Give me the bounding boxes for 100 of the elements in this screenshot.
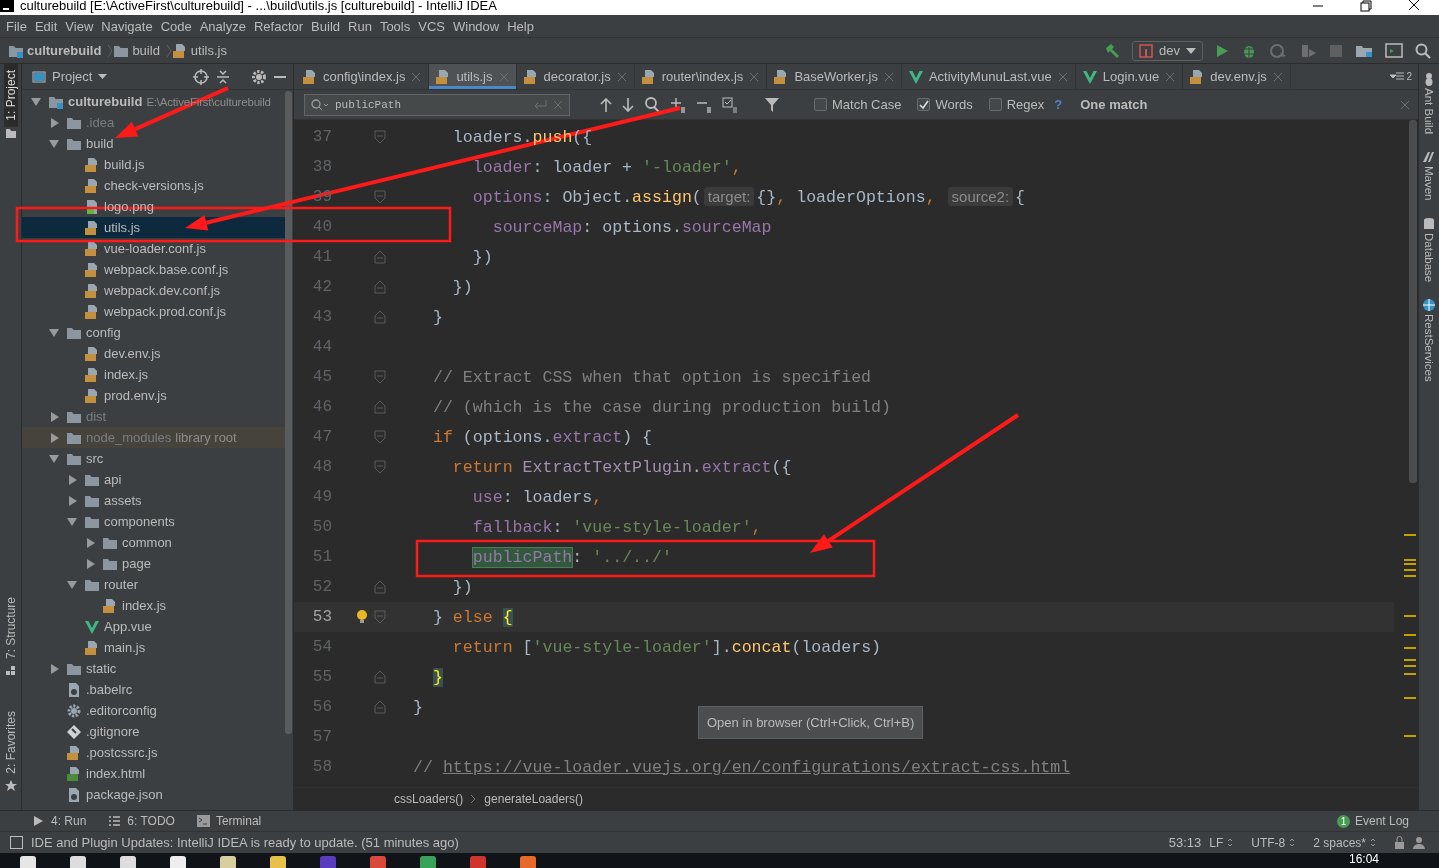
status-item[interactable]: 2 spaces*	[1313, 835, 1366, 850]
file-name: index.html	[86, 766, 146, 781]
tree-row[interactable]: webpack.base.conf.js	[22, 259, 285, 280]
editor-tab[interactable]: Login.vue	[1075, 64, 1184, 89]
tool-window-tab[interactable]: RestServices	[1423, 313, 1435, 382]
menu-item[interactable]: File	[2, 18, 31, 34]
option-checkbox[interactable]: Regex	[988, 97, 1045, 112]
tree-row[interactable]: index.html	[22, 763, 285, 784]
file-name: .gitignore	[86, 724, 140, 739]
tree-row[interactable]: build	[22, 133, 285, 154]
line-number: 58	[311, 758, 333, 776]
search-field[interactable]: publicPath	[304, 93, 570, 116]
tree-row[interactable]: config	[22, 322, 285, 343]
tree-row[interactable]: src	[22, 448, 285, 469]
code-text: loader: loader + '-loader',	[471, 157, 742, 177]
tool-window-tab[interactable]: 2: Favorites	[3, 705, 18, 780]
code-text: // (which is the case during production build)	[431, 397, 891, 417]
tree-row[interactable]: components	[22, 511, 285, 532]
tool-window-tab[interactable]: Terminal	[196, 814, 262, 828]
breadcrumb-item[interactable]: generateLoaders()	[484, 792, 584, 806]
code-text: }	[413, 697, 423, 717]
tool-window-tab[interactable]: 7: Structure	[3, 591, 18, 666]
menu-item[interactable]: Help	[503, 18, 538, 34]
tree-row[interactable]: main.js	[22, 637, 285, 658]
menu-item[interactable]: Tools	[375, 18, 415, 34]
tree-row[interactable]: assets	[22, 490, 285, 511]
menu-item[interactable]: Window	[448, 18, 504, 34]
status-message[interactable]: IDE and Plugin Updates: IntelliJ IDEA is ready to update. (51 minutes ago)	[31, 835, 459, 850]
tree-row[interactable]: .babelrc	[22, 679, 285, 700]
menu-item[interactable]: Run	[344, 18, 376, 34]
tree-row[interactable]: .postcssrc.js	[22, 742, 285, 763]
tree-row[interactable]: build.js	[22, 154, 285, 175]
menu-item[interactable]: Analyze	[195, 18, 250, 34]
tree-row[interactable]: webpack.prod.conf.js	[22, 301, 285, 322]
breadcrumb-item[interactable]: cssLoaders()	[394, 792, 464, 806]
tree-row[interactable]: prod.env.js	[22, 385, 285, 406]
file-name: .editorconfig	[86, 703, 157, 718]
editor-tab[interactable]: BaseWorker.js	[767, 64, 902, 89]
tree-row[interactable]: api	[22, 469, 285, 490]
option-checkbox[interactable]: Match Case	[814, 97, 902, 112]
file-name: App.vue	[104, 619, 152, 634]
help-link[interactable]: ?	[1054, 97, 1063, 112]
line-number: 49	[311, 488, 333, 506]
tool-window-tab[interactable]: Event Log	[1354, 814, 1409, 828]
tree-row[interactable]: check-versions.js	[22, 175, 285, 196]
menu-item[interactable]: Build	[307, 18, 344, 34]
tool-window-tab[interactable]: 1: Project	[3, 64, 18, 127]
line-number: 47	[311, 428, 333, 446]
tool-window-tab[interactable]: Ant Build	[1423, 88, 1435, 135]
tree-row[interactable]: utils.js	[22, 217, 285, 238]
line-number: 37	[311, 128, 333, 146]
editor-tab[interactable]: ActivityMunuLast.vue	[901, 64, 1076, 89]
hidden-tabs-button[interactable]: 2	[1390, 64, 1418, 89]
tree-row[interactable]: node_modules library root	[22, 427, 285, 448]
tool-window-tab[interactable]: Database	[1423, 232, 1435, 282]
status-item[interactable]: UTF-8	[1251, 835, 1286, 850]
status-item[interactable]: LF	[1209, 835, 1224, 850]
tool-window-tab[interactable]: 6: TODO	[108, 814, 175, 828]
code-text: }	[431, 667, 443, 687]
menu-item[interactable]: Edit	[30, 18, 62, 34]
editor-tab[interactable]: dev.env.js	[1183, 64, 1291, 89]
menu-item[interactable]: Refactor	[249, 18, 308, 34]
run-config-dropdown[interactable]: dev	[1132, 40, 1203, 61]
tree-row[interactable]: package.json	[22, 784, 285, 805]
line-number: 45	[311, 368, 333, 386]
view-selector[interactable]: Project	[32, 69, 108, 84]
tree-row[interactable]: dev.env.js	[22, 343, 285, 364]
tree-row[interactable]: index.js	[22, 595, 285, 616]
option-checkbox[interactable]: Words	[917, 97, 973, 112]
menu-item[interactable]: Code	[156, 18, 196, 34]
editor-tab[interactable]: utils.js	[429, 64, 517, 89]
file-name: page	[122, 556, 151, 571]
breadcrumb-item[interactable]: build	[132, 43, 160, 58]
editor-tab[interactable]: decorator.js	[516, 64, 635, 89]
tree-row[interactable]: .editorconfig	[22, 700, 285, 721]
tool-window-tab[interactable]: 4: Run	[32, 814, 87, 828]
tree-row[interactable]: index.js	[22, 364, 285, 385]
line-number: 51	[311, 548, 333, 566]
file-name: static	[86, 661, 117, 676]
breadcrumb-item[interactable]: utils.js	[190, 43, 227, 58]
code-text: })	[471, 247, 493, 267]
tree-row[interactable]: page	[22, 553, 285, 574]
caret-position[interactable]: 53:13	[1168, 835, 1202, 850]
menu-item[interactable]: VCS	[414, 18, 449, 34]
file-name: build	[86, 136, 114, 151]
tree-row[interactable]: vue-loader.conf.js	[22, 238, 285, 259]
menu-item[interactable]: Navigate	[97, 18, 157, 34]
tree-row[interactable]: App.vue	[22, 616, 285, 637]
editor-tab[interactable]: router\index.js	[634, 64, 768, 89]
breadcrumb-item[interactable]: culturebuild	[27, 43, 102, 58]
file-name: dist	[86, 409, 107, 424]
menu-item[interactable]: View	[61, 18, 98, 34]
line-number: 46	[311, 398, 333, 416]
tree-row[interactable]: webpack.dev.conf.js	[22, 280, 285, 301]
tool-window-tab[interactable]: Maven	[1423, 166, 1435, 201]
file-name: build.js	[104, 157, 145, 172]
tree-row[interactable]: common	[22, 532, 285, 553]
tree-row[interactable]: router	[22, 574, 285, 595]
tree-row[interactable]: static	[22, 658, 285, 679]
tree-row[interactable]: .gitignore	[22, 721, 285, 742]
